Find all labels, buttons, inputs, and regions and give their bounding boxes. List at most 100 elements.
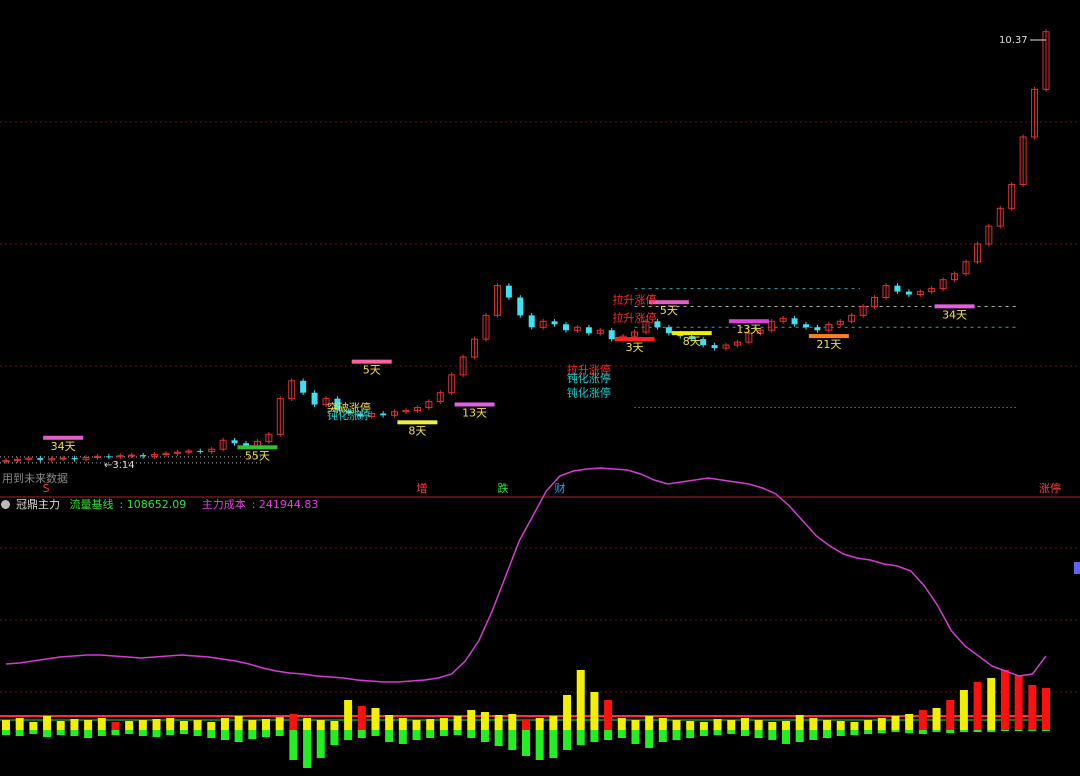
candle-body-down <box>814 327 821 331</box>
outflow-bar <box>385 730 394 742</box>
outflow-bar <box>494 730 503 746</box>
outflow-bar <box>891 730 900 732</box>
outflow-bar <box>330 730 339 745</box>
outflow-bar <box>987 730 996 732</box>
volume-bar <box>740 718 749 730</box>
volume-bar <box>782 721 790 730</box>
outflow-bar <box>480 730 489 742</box>
candle-body-down <box>551 321 558 325</box>
volume-bar <box>905 714 914 730</box>
outflow-bar <box>2 730 10 735</box>
outflow-bar <box>549 730 558 758</box>
outflow-bar <box>1028 730 1037 731</box>
annotation-label: 钝化涨停 <box>327 408 371 422</box>
volume-bar <box>508 714 517 730</box>
outflow-bar <box>125 730 134 734</box>
indicator-name[interactable]: 冠鼎主力 <box>16 498 60 511</box>
main-cost-label: 主力成本: 241944.83 <box>201 498 319 511</box>
candle-body-down <box>608 330 615 340</box>
outflow-bar <box>344 730 353 740</box>
outflow-bar <box>56 730 65 735</box>
outflow-bar <box>84 730 93 738</box>
candle-body-down <box>711 345 718 349</box>
volume-bar <box>152 719 161 730</box>
candle-body-down <box>905 291 912 295</box>
volume-bar <box>768 722 777 730</box>
outflow-bar <box>905 730 914 733</box>
candle-body-down <box>528 315 535 328</box>
volume-bar <box>590 692 599 730</box>
candle-body-down <box>37 458 44 460</box>
volume-bar <box>193 720 202 730</box>
outflow-bar <box>220 730 229 740</box>
candle-body-down <box>380 413 387 416</box>
volume-bar <box>385 715 394 730</box>
outflow-bar <box>809 730 818 740</box>
volume-bar <box>248 720 257 730</box>
outflow-bar <box>782 730 790 744</box>
volume-bar <box>344 700 353 730</box>
annotation-label: 拉升涨停 <box>613 292 657 306</box>
volume-bar <box>549 716 558 730</box>
candle-body-down <box>791 318 798 325</box>
candle-body-down <box>665 327 672 334</box>
volume-bar <box>891 716 900 730</box>
candle-body-up <box>59 457 67 460</box>
volume-bar <box>932 708 941 730</box>
volume-bar <box>823 720 832 730</box>
outflow-bar <box>727 730 736 734</box>
annotation-label: 13天 <box>736 323 761 336</box>
volume-bar <box>43 716 52 730</box>
outflow-bar <box>426 730 435 738</box>
outflow-bar <box>740 730 749 736</box>
event-marker: 涨停 <box>1039 481 1061 495</box>
event-marker: 财 <box>555 481 566 495</box>
stock-chart[interactable]: 34天55天5天突破涨停钝化涨停8天13天拉升涨停钝化涨停钝化涨停5天3天 8天1… <box>0 0 1080 776</box>
indicator-settings-icon[interactable] <box>1 500 10 509</box>
annotation-label: 55天 <box>245 449 270 462</box>
volume-bar <box>918 710 927 730</box>
outflow-bar <box>207 730 216 738</box>
outflow-bar <box>15 730 24 736</box>
outflow-bar <box>262 730 270 737</box>
candle-body-down <box>140 455 147 457</box>
outflow-bar <box>467 730 476 738</box>
outflow-bar <box>275 730 284 736</box>
outflow-bar <box>43 730 52 737</box>
volume-bar <box>699 722 708 730</box>
volume-bar <box>522 720 530 730</box>
outflow-bar <box>289 730 298 760</box>
volume-bar <box>987 678 996 730</box>
outflow-bar <box>946 730 955 733</box>
volume-bar <box>850 722 859 730</box>
volume-bar <box>138 720 147 730</box>
outflow-bar <box>754 730 763 738</box>
annotation-label: 5天 <box>660 304 678 317</box>
annotation-label: 21天 <box>816 338 841 351</box>
outflow-bar <box>631 730 640 744</box>
candle-body-down <box>231 440 238 444</box>
outflow-bar <box>453 730 462 735</box>
outflow-bar <box>563 730 572 750</box>
outflow-bar <box>535 730 544 760</box>
candle-body-down <box>105 456 112 458</box>
low-price-label: ←3.14 <box>104 460 135 471</box>
outflow-bar <box>234 730 243 742</box>
volume-bar <box>125 721 134 730</box>
event-marker: 增 <box>417 481 428 495</box>
volume-bar <box>754 720 763 730</box>
outflow-bar <box>138 730 147 736</box>
outflow-bar <box>316 730 325 758</box>
outflow-bar <box>590 730 599 742</box>
annotation-label: 34天 <box>942 308 967 321</box>
volume-bar <box>330 721 339 730</box>
candle-body-down <box>71 458 78 460</box>
outflow-bar <box>1042 730 1050 731</box>
volume-bar <box>672 720 681 730</box>
candle-body-down <box>505 285 512 298</box>
volume-bar <box>412 720 421 730</box>
volume-bar <box>864 720 873 730</box>
event-marker: S <box>43 482 50 495</box>
candle-body-down <box>197 450 204 452</box>
volume-bar <box>15 718 24 730</box>
